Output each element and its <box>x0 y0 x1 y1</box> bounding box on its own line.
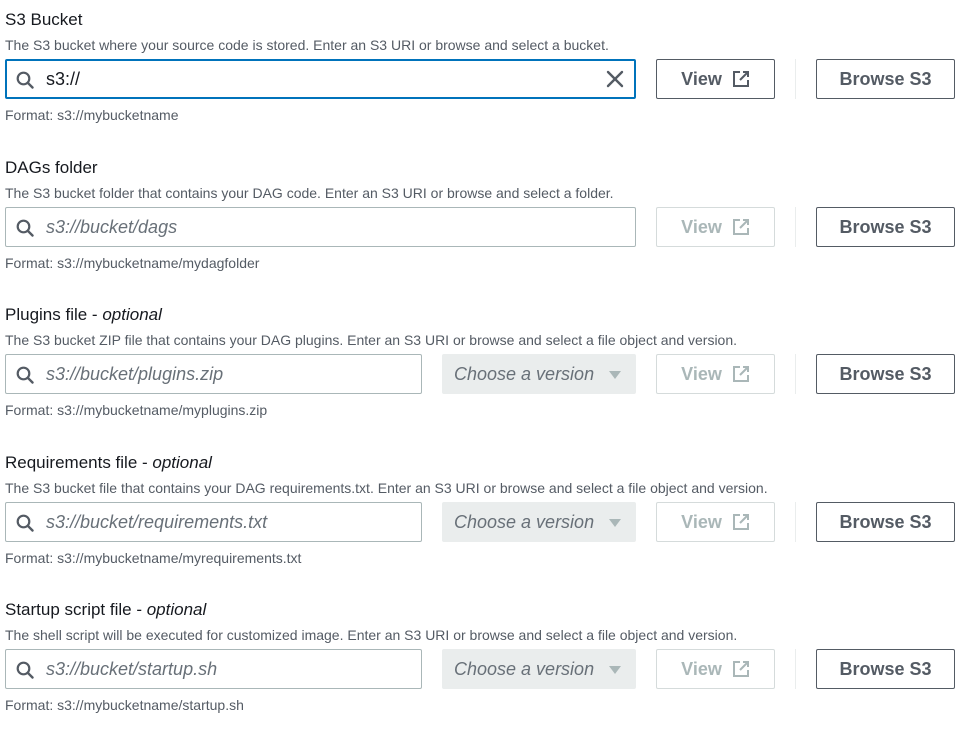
field-label: Startup script file - optional <box>5 600 207 619</box>
input-value: s3:// <box>46 69 81 89</box>
field-description: The S3 bucket where your source code is … <box>5 37 609 53</box>
version-select[interactable]: Choose a version <box>442 649 636 689</box>
dags-folder-input[interactable]: s3://bucket/dags <box>5 207 636 247</box>
view-button[interactable]: View <box>656 649 775 689</box>
plugins-file-input[interactable]: s3://bucket/plugins.zip <box>5 354 422 394</box>
view-button[interactable]: View <box>656 207 775 247</box>
search-icon <box>16 366 34 384</box>
dags-folder-field: DAGs folder The S3 bucket folder that co… <box>5 157 955 271</box>
input-placeholder: s3://bucket/plugins.zip <box>46 364 224 384</box>
input-placeholder: s3://bucket/dags <box>46 217 178 237</box>
browse-s3-button[interactable]: Browse S3 <box>816 502 955 542</box>
close-icon[interactable] <box>605 69 625 89</box>
external-link-icon <box>732 661 749 677</box>
divider <box>795 502 796 542</box>
view-label: View <box>681 68 722 89</box>
s3-bucket-field: S3 Bucket The S3 bucket where your sourc… <box>5 9 955 123</box>
startup-script-field: Startup script file - optional The shell… <box>5 599 955 713</box>
external-link-icon <box>732 514 749 530</box>
s3-bucket-input[interactable]: s3:// <box>5 59 636 99</box>
search-icon <box>16 219 34 237</box>
view-label: View <box>681 363 722 384</box>
browse-s3-button[interactable]: Browse S3 <box>816 59 955 99</box>
external-link-icon <box>732 71 749 87</box>
divider <box>795 649 796 689</box>
view-button[interactable]: View <box>656 502 775 542</box>
format-hint: Format: s3://mybucketname/mydagfolder <box>5 255 260 271</box>
search-icon <box>16 71 34 89</box>
field-description: The S3 bucket file that contains your DA… <box>5 480 768 496</box>
format-hint: Format: s3://mybucketname/myplugins.zip <box>5 402 268 418</box>
browse-s3-button[interactable]: Browse S3 <box>816 354 955 394</box>
field-label: Plugins file - optional <box>5 305 162 324</box>
field-description: The S3 bucket folder that contains your … <box>5 185 614 201</box>
field-label: DAGs folder <box>5 158 98 177</box>
version-placeholder: Choose a version <box>454 364 595 384</box>
format-hint: Format: s3://mybucketname <box>5 107 179 123</box>
plugins-file-field: Plugins file - optional The S3 bucket ZI… <box>5 304 955 418</box>
view-button[interactable]: View <box>656 354 775 394</box>
field-label: Requirements file - optional <box>5 453 212 472</box>
browse-s3-button[interactable]: Browse S3 <box>816 649 955 689</box>
search-icon <box>16 661 34 679</box>
view-label: View <box>681 658 722 679</box>
view-button[interactable]: View <box>656 59 775 99</box>
format-hint: Format: s3://mybucketname/myrequirements… <box>5 550 302 566</box>
external-link-icon <box>732 366 749 382</box>
startup-script-input[interactable]: s3://bucket/startup.sh <box>5 649 422 689</box>
version-placeholder: Choose a version <box>454 512 595 532</box>
field-description: The S3 bucket ZIP file that contains you… <box>5 332 738 348</box>
input-placeholder: s3://bucket/requirements.txt <box>46 512 268 532</box>
external-link-icon <box>732 219 749 235</box>
divider <box>795 59 796 99</box>
view-label: View <box>681 216 722 237</box>
search-icon <box>16 514 34 532</box>
divider <box>795 354 796 394</box>
version-placeholder: Choose a version <box>454 659 595 679</box>
requirements-file-field: Requirements file - optional The S3 buck… <box>5 452 955 566</box>
input-placeholder: s3://bucket/startup.sh <box>46 659 218 679</box>
view-label: View <box>681 511 722 532</box>
version-select[interactable]: Choose a version <box>442 502 636 542</box>
caret-down-icon <box>609 371 621 379</box>
requirements-file-input[interactable]: s3://bucket/requirements.txt <box>5 502 422 542</box>
version-select[interactable]: Choose a version <box>442 354 636 394</box>
field-description: The shell script will be executed for cu… <box>5 627 738 643</box>
caret-down-icon <box>609 519 621 527</box>
format-hint: Format: s3://mybucketname/startup.sh <box>5 697 244 713</box>
browse-s3-button[interactable]: Browse S3 <box>816 207 955 247</box>
field-label: S3 Bucket <box>5 10 83 29</box>
divider <box>795 207 796 247</box>
caret-down-icon <box>609 666 621 674</box>
